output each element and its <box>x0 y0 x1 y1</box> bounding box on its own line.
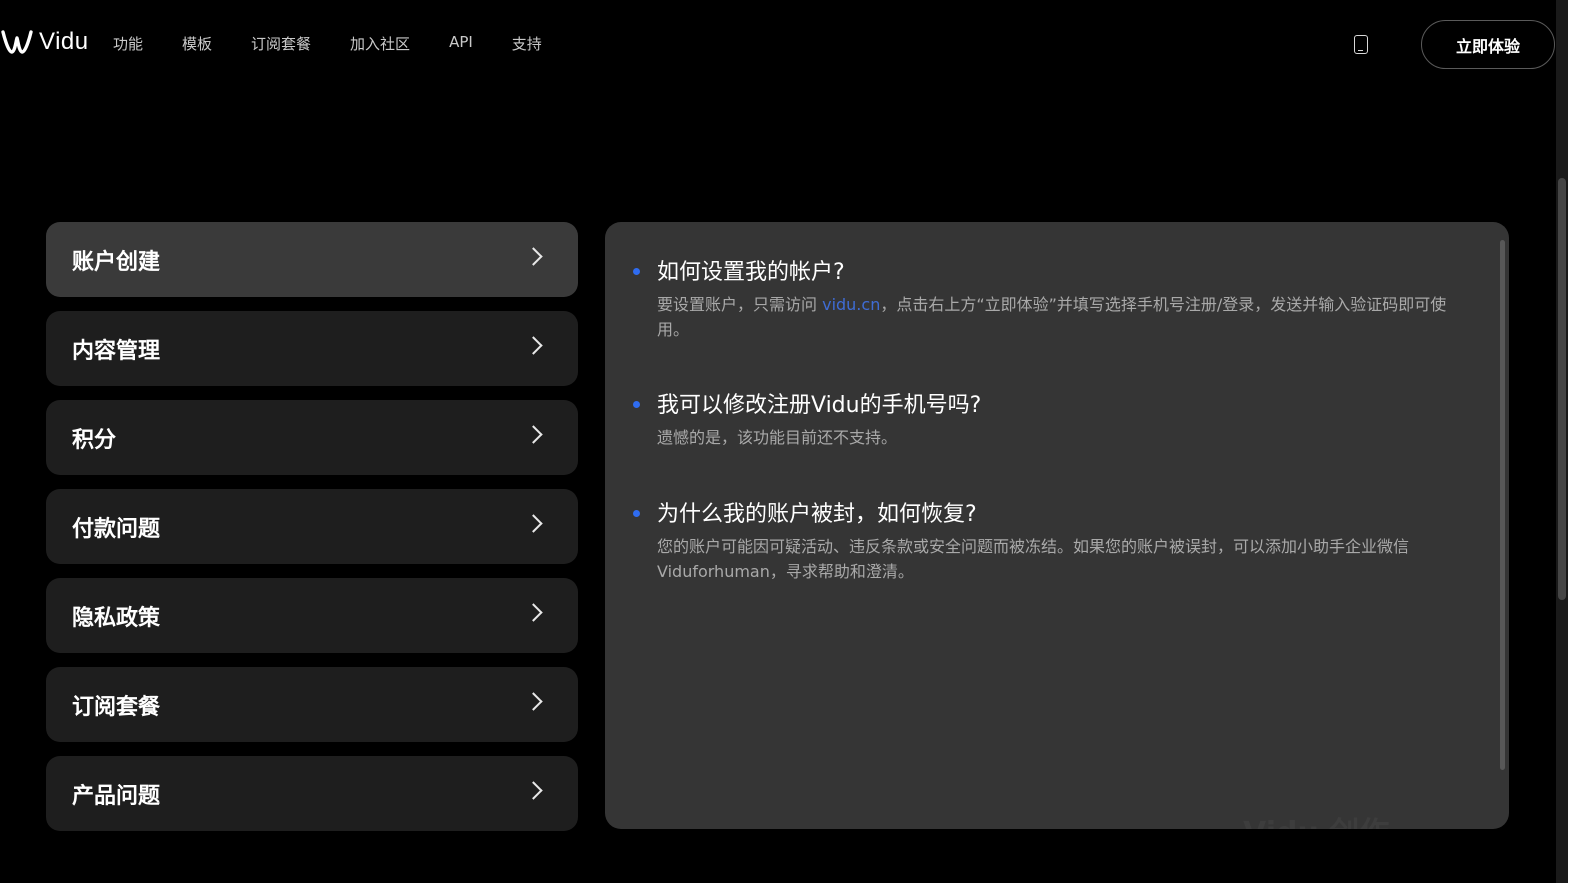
bullet-dot <box>633 510 640 517</box>
nav-item-community[interactable]: 加入社区 <box>350 33 410 54</box>
logo[interactable]: Vidu <box>0 26 89 58</box>
bullet-dot <box>633 268 640 275</box>
faq-question: 为什么我的账户被封，如何恢复? <box>657 502 977 527</box>
faq-answer: 要设置账户，只需访问 vidu.cn，点击右上方“立即体验”并填写选择手机号注册… <box>657 292 1447 342</box>
category-label: 内容管理 <box>72 338 161 364</box>
faq-item: 我可以修改注册Vidu的手机号吗? 遗憾的是，该功能目前还不支持。 <box>633 391 1453 450</box>
chevron-right-icon <box>524 336 543 355</box>
chevron-right-icon <box>524 425 543 444</box>
bullet-dot <box>633 401 640 408</box>
chevron-right-icon <box>524 247 543 266</box>
category-account-creation[interactable]: 账户创建 <box>46 222 578 297</box>
nav-item-api[interactable]: API <box>449 33 473 54</box>
faq-answer: 您的账户可能因可疑活动、违反条款或安全问题而被冻结。如果您的账户被误封，可以添加… <box>657 537 1410 581</box>
mobile-phone-icon[interactable] <box>1354 35 1368 54</box>
category-subscription[interactable]: 订阅套餐 <box>46 667 578 742</box>
faq-category-list: 账户创建 内容管理 积分 付款问题 隐私政策 订阅套餐 产品问题 <box>46 222 578 845</box>
category-label: 订阅套餐 <box>72 694 161 720</box>
top-header: Vidu 功能 模板 订阅套餐 加入社区 API 支持 立即体验 <box>0 0 1590 88</box>
faq-answer: 遗憾的是，该功能目前还不支持。 <box>657 428 898 447</box>
try-now-button[interactable]: 立即体验 <box>1421 20 1555 69</box>
window-edge <box>1568 0 1590 883</box>
category-label: 付款问题 <box>72 516 161 542</box>
vidu-logo-icon <box>0 29 34 55</box>
category-content-management[interactable]: 内容管理 <box>46 311 578 386</box>
chevron-right-icon <box>524 514 543 533</box>
faq-item: 为什么我的账户被封，如何恢复? 您的账户可能因可疑活动、违反条款或安全问题而被冻… <box>633 500 1453 584</box>
logo-text: Vidu <box>39 28 89 55</box>
main-nav: 功能 模板 订阅套餐 加入社区 API 支持 <box>113 33 542 54</box>
faq-item: 如何设置我的帐户? 要设置账户，只需访问 vidu.cn，点击右上方“立即体验”… <box>633 258 1453 342</box>
category-product[interactable]: 产品问题 <box>46 756 578 831</box>
faq-answer-panel: 如何设置我的帐户? 要设置账户，只需访问 vidu.cn，点击右上方“立即体验”… <box>605 222 1509 829</box>
nav-item-features[interactable]: 功能 <box>113 33 143 54</box>
watermark: Vidu 创作 <box>1243 808 1389 829</box>
nav-item-subscription[interactable]: 订阅套餐 <box>251 33 311 54</box>
chevron-right-icon <box>524 781 543 800</box>
category-credits[interactable]: 积分 <box>46 400 578 475</box>
chevron-right-icon <box>524 692 543 711</box>
faq-question: 我可以修改注册Vidu的手机号吗? <box>657 393 982 418</box>
page-scrollbar-thumb[interactable] <box>1558 178 1566 600</box>
category-label: 账户创建 <box>72 249 161 275</box>
faq-answer-text: 要设置账户，只需访问 <box>657 295 823 314</box>
vidu-link[interactable]: vidu.cn <box>822 295 880 314</box>
panel-scrollbar[interactable] <box>1500 240 1505 770</box>
nav-item-support[interactable]: 支持 <box>512 33 542 54</box>
category-label: 隐私政策 <box>72 605 161 631</box>
category-label: 产品问题 <box>72 783 161 809</box>
category-payment[interactable]: 付款问题 <box>46 489 578 564</box>
category-privacy[interactable]: 隐私政策 <box>46 578 578 653</box>
nav-item-templates[interactable]: 模板 <box>182 33 212 54</box>
chevron-right-icon <box>524 603 543 622</box>
category-label: 积分 <box>72 427 117 453</box>
faq-question: 如何设置我的帐户? <box>657 260 845 285</box>
